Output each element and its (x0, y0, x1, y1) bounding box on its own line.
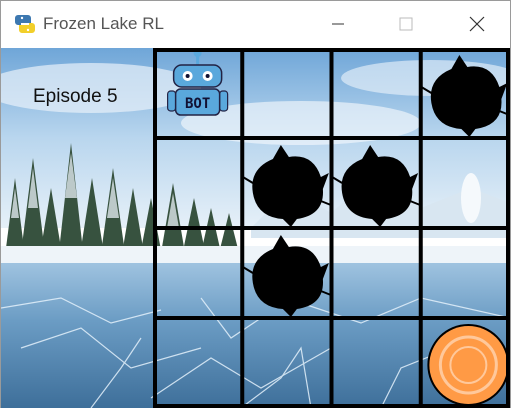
game-canvas: Episode 5 BOT (1, 48, 510, 408)
close-button[interactable] (453, 9, 499, 39)
close-icon (469, 16, 485, 32)
hole-icon (242, 235, 332, 317)
bot-label: BOT (185, 96, 210, 112)
hole-icon (420, 55, 510, 137)
python-snake-icon (15, 15, 35, 33)
maximize-button[interactable] (383, 9, 429, 39)
app-window: Frozen Lake RL Episode 5 BOT (0, 0, 511, 408)
lake-grid: BOT (153, 48, 510, 408)
hole-icon (242, 145, 332, 227)
goal-icon (427, 324, 510, 406)
grid-cell-hole (242, 145, 332, 227)
robot-agent-icon: BOT (167, 49, 229, 116)
grid-cell-agent: BOT (167, 49, 229, 116)
title-bar[interactable]: Frozen Lake RL (1, 1, 510, 47)
hole-icon (331, 145, 421, 227)
grid-cell-hole (242, 235, 332, 317)
maximize-icon (399, 17, 413, 31)
minimize-icon (332, 23, 344, 25)
grid-cell-goal (427, 324, 510, 406)
grid-cell-hole (331, 145, 421, 227)
episode-label: Episode 5 (33, 86, 118, 107)
grid-cell-hole (420, 55, 510, 137)
window-title: Frozen Lake RL (43, 14, 164, 33)
minimize-button[interactable] (315, 9, 361, 39)
